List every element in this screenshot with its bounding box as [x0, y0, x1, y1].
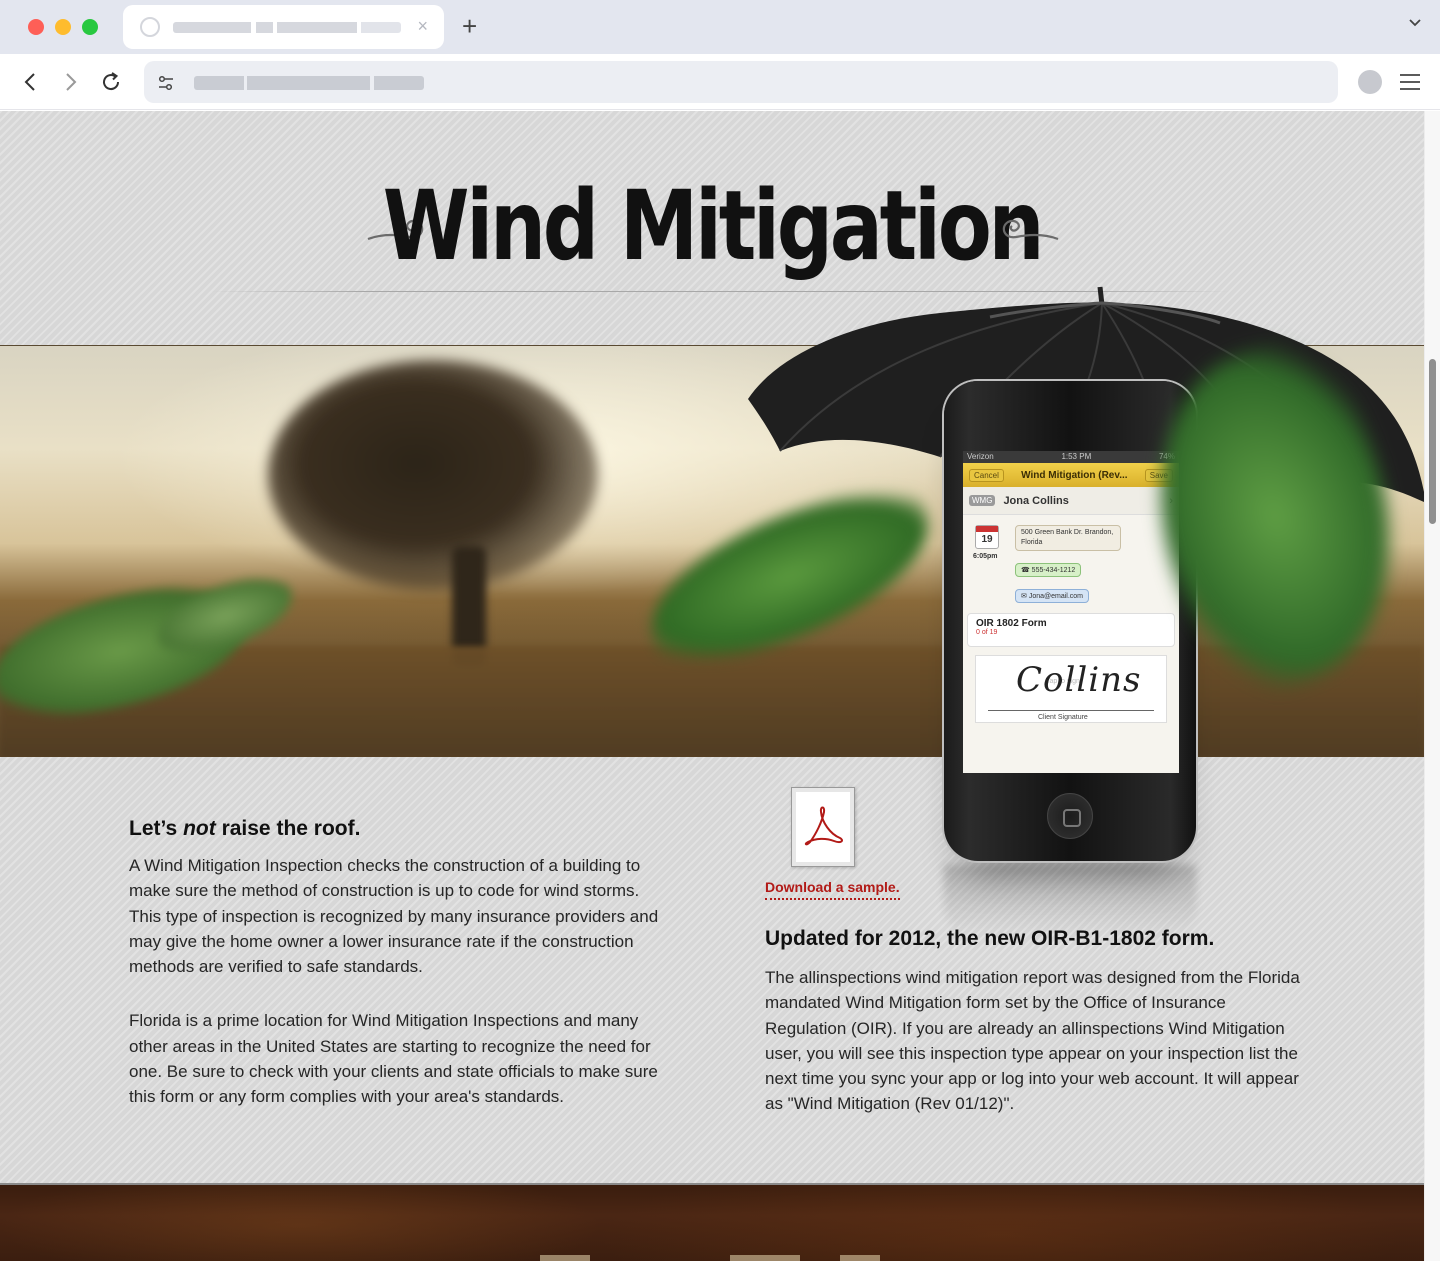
url-text-placeholder	[194, 76, 424, 90]
site-settings-icon[interactable]	[156, 73, 176, 93]
wmg-badge: WMG	[969, 495, 996, 506]
page-viewport: Wind Mitigation Verizon 1:53 PM 74% Canc…	[0, 111, 1424, 1261]
chevron-down-icon[interactable]	[1408, 16, 1422, 30]
acrobat-icon	[804, 806, 843, 846]
form-count: 0 of 19	[976, 629, 998, 636]
close-window-button[interactable]	[28, 19, 44, 35]
address-chip: 500 Green Bank Dr. Brandon, Florida	[1015, 525, 1121, 551]
calendar-icon: 19	[975, 525, 999, 549]
tab-favicon-icon	[140, 17, 160, 37]
phone-home-button	[1047, 793, 1093, 839]
intro-heading: Let’s not raise the roof.	[129, 817, 361, 840]
appointment-details: 19 6:05pm 500 Green Bank Dr. Brandon, Fl…	[963, 515, 1179, 613]
scrollbar-thumb[interactable]	[1429, 359, 1436, 524]
page-scrollbar[interactable]	[1424, 111, 1440, 1261]
app-cancel-button: Cancel	[969, 468, 1004, 482]
download-sample-link[interactable]: Download a sample.	[765, 879, 900, 900]
tree-graphic	[268, 360, 598, 590]
pdf-document-icon[interactable]	[791, 787, 855, 867]
intro-section: Let’s not raise the roof. A Wind Mitigat…	[129, 817, 659, 1139]
update-paragraph: The allinspections wind mitigation repor…	[765, 968, 1300, 1114]
app-nav-title: Wind Mitigation (Rev...	[1021, 469, 1128, 481]
update-section: Updated for 2012, the new OIR-B1-1802 fo…	[765, 927, 1305, 1117]
phone-chip: ☎ 555-434-1212	[1015, 563, 1082, 577]
browser-tab-bar: × +	[0, 0, 1440, 54]
hamburger-menu-icon[interactable]	[1398, 72, 1422, 92]
appointment-time: 6:05pm	[973, 553, 998, 560]
signature-label: Client Signature	[1038, 714, 1088, 721]
browser-toolbar	[0, 54, 1440, 110]
client-name: Jona Collins	[1003, 494, 1069, 507]
signature: Collins	[1016, 660, 1142, 700]
next-section-banner	[0, 1183, 1424, 1261]
intro-paragraph: A Wind Mitigation Inspection checks the …	[129, 856, 659, 977]
minimize-window-button[interactable]	[55, 19, 71, 35]
forward-button[interactable]	[56, 68, 84, 96]
carrier-label: Verizon	[967, 452, 994, 461]
back-arrow-icon	[24, 73, 35, 91]
back-button[interactable]	[17, 68, 45, 96]
app-screen: Verizon 1:53 PM 74% Cancel Wind Mitigati…	[963, 451, 1179, 773]
new-tab-button[interactable]: +	[462, 12, 477, 40]
page-title: Wind Mitigation	[382, 170, 1045, 282]
florida-paragraph: Florida is a prime location for Wind Mit…	[129, 1011, 658, 1107]
address-bar[interactable]	[144, 61, 1338, 103]
reload-button[interactable]	[97, 68, 125, 96]
right-swirl-ornament-icon	[1002, 219, 1059, 241]
clock-label: 1:53 PM	[1061, 452, 1092, 461]
phone-mockup: Verizon 1:53 PM 74% Cancel Wind Mitigati…	[944, 381, 1196, 861]
forward-arrow-icon	[66, 73, 77, 91]
form-row: OIR 1802 Form 0 of 19	[967, 613, 1175, 647]
app-nav-bar: Cancel Wind Mitigation (Rev... Save	[963, 463, 1179, 487]
tab-title-placeholder	[173, 22, 401, 33]
client-row: WMG Jona Collins ›	[963, 487, 1179, 515]
profile-avatar[interactable]	[1358, 70, 1382, 94]
tab-close-icon[interactable]: ×	[417, 16, 428, 36]
browser-tab[interactable]: ×	[123, 5, 444, 49]
reload-icon	[103, 72, 120, 91]
maximize-window-button[interactable]	[82, 19, 98, 35]
email-chip: ✉ Jona@email.com	[1015, 589, 1089, 603]
signature-box: Tap to sign Collins Client Signature	[975, 655, 1167, 723]
form-name: OIR 1802 Form	[976, 618, 1047, 629]
